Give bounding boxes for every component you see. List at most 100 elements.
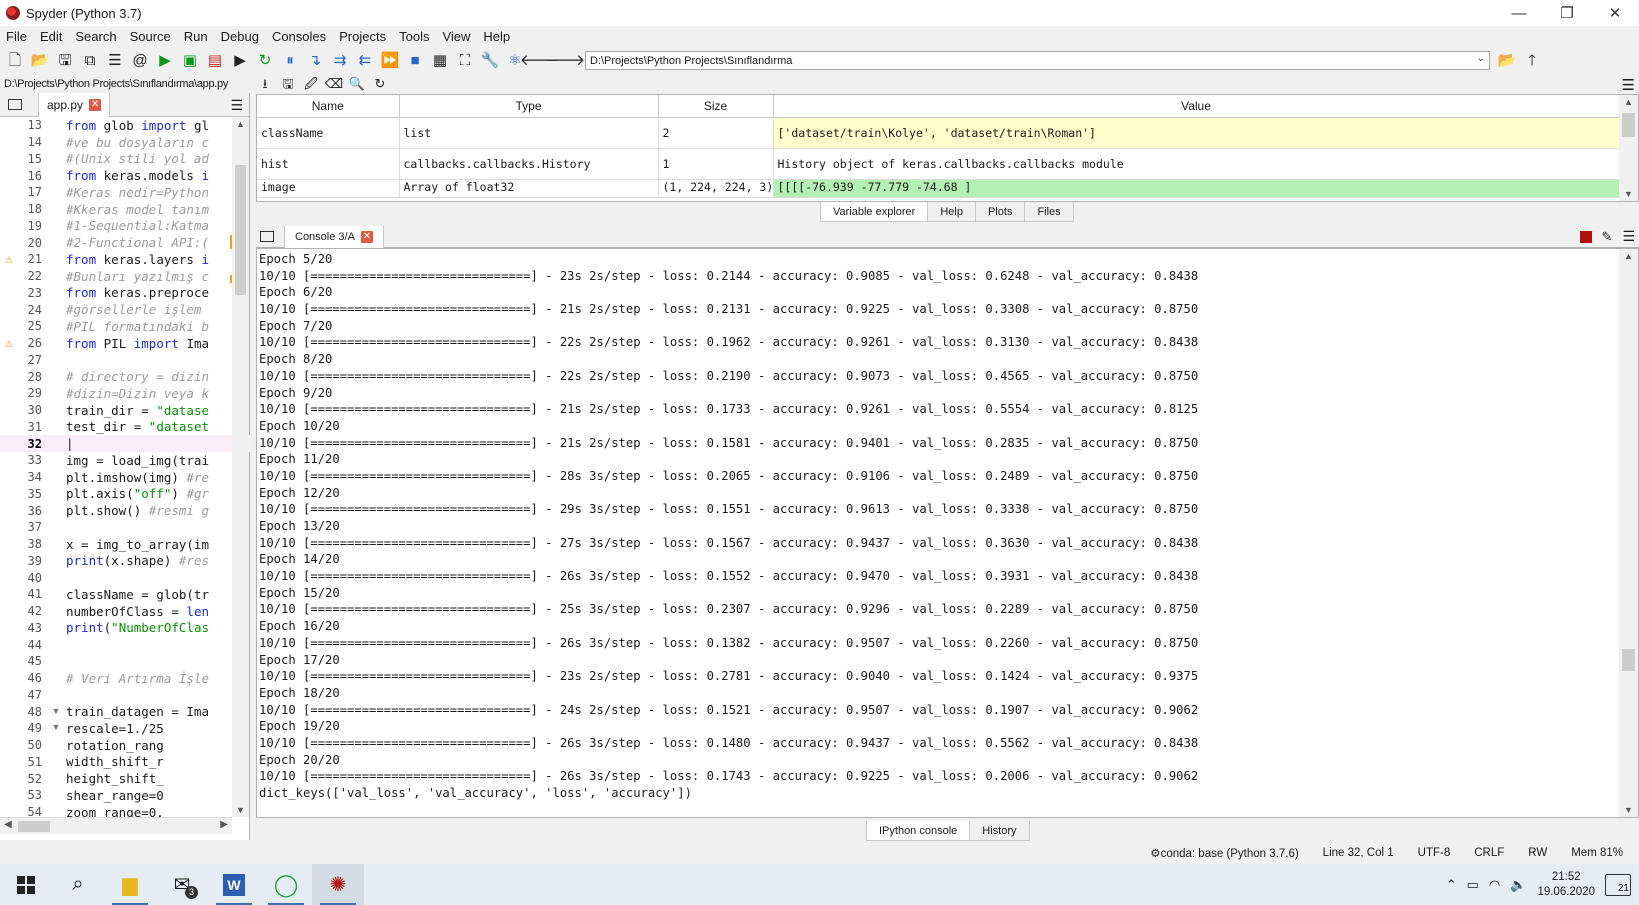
code-line[interactable]: 47 xyxy=(0,687,250,704)
step-icon[interactable]: ↴ xyxy=(304,50,326,72)
scroll-thumb[interactable] xyxy=(235,165,246,295)
browse-folder-icon[interactable]: 📂 xyxy=(1496,50,1518,72)
code-line[interactable]: 40 xyxy=(0,569,250,586)
save-data-as-icon[interactable]: 🖉 xyxy=(301,75,321,93)
code-line[interactable]: 33 img = load_img(trai xyxy=(0,452,250,469)
console-vertical-scrollbar[interactable]: ▲ ▼ xyxy=(1619,249,1638,817)
scroll-up-icon[interactable]: ▲ xyxy=(232,119,249,129)
menu-run[interactable]: Run xyxy=(184,29,208,44)
code-line[interactable]: 39 print(x.shape) #res xyxy=(0,553,250,570)
menu-file[interactable]: File xyxy=(6,29,27,44)
forward-arrow-icon[interactable]: 🡒 xyxy=(545,50,585,72)
code-line[interactable]: 17 #Keras nedir=Python xyxy=(0,184,250,201)
tab-ipython-console[interactable]: IPython console xyxy=(866,821,971,841)
stop-debug-icon[interactable]: ■ xyxy=(404,50,426,72)
run-cell-advance-icon[interactable]: ▤ xyxy=(204,50,226,72)
volume-icon[interactable]: 🔈 xyxy=(1510,877,1526,893)
scroll-thumb[interactable] xyxy=(1622,113,1635,137)
code-line[interactable]: 24 #görsellerle işlem xyxy=(0,301,250,318)
code-line[interactable]: 28 # directory = dizin xyxy=(0,368,250,385)
variable-row[interactable]: image Array of float32 (1, 224, 224, 3)[[[… xyxy=(257,179,1620,198)
code-line[interactable]: 35 plt.axis("off") #gr xyxy=(0,486,250,503)
refresh-icon[interactable]: ↻ xyxy=(370,75,390,93)
column-header-name[interactable]: Name xyxy=(257,95,400,118)
code-line[interactable]: 43 print("NumberOfClas xyxy=(0,620,250,637)
code-line[interactable]: 38 x = img_to_array(im xyxy=(0,536,250,553)
code-line[interactable]: 15 #(Unix stili yol ad xyxy=(0,151,250,168)
stop-kernel-icon[interactable] xyxy=(1579,230,1592,243)
save-icon[interactable]: 🖫 xyxy=(54,50,76,72)
variable-vertical-scrollbar[interactable]: ▲ ▼ xyxy=(1619,95,1638,201)
chevron-up-icon[interactable]: ⌃ xyxy=(1446,877,1457,893)
tab-variable-explorer[interactable]: Variable explorer xyxy=(820,202,929,222)
close-tab-icon[interactable]: ✕ xyxy=(89,98,102,111)
code-line[interactable]: 49 ▼ rescale=1./25 xyxy=(0,720,250,737)
code-line[interactable]: 19 #1-Sequential:Katma xyxy=(0,218,250,235)
taskbar-mail[interactable]: ✉ 3 xyxy=(156,864,208,905)
debug-icon[interactable]: ⏸ xyxy=(279,50,301,72)
code-line[interactable]: 27 xyxy=(0,352,250,369)
scroll-thumb[interactable] xyxy=(1622,649,1635,671)
console-options-icon[interactable]: ☰ xyxy=(1622,228,1635,245)
column-header-value[interactable]: Value xyxy=(773,95,1620,118)
menu-tools[interactable]: Tools xyxy=(399,29,429,44)
taskbar-search-button[interactable]: ⌕ xyxy=(52,864,104,905)
hamburger-menu-icon[interactable]: ☰ xyxy=(1622,76,1635,94)
column-header-type[interactable]: Type xyxy=(399,95,659,118)
column-header-size[interactable]: Size xyxy=(658,95,774,118)
code-line[interactable]: 16 from keras.models i xyxy=(0,167,250,184)
chevron-down-icon[interactable]: ⌄ xyxy=(1477,53,1485,64)
menu-consoles[interactable]: Consoles xyxy=(272,29,326,44)
preferences-icon[interactable]: 🔧 xyxy=(479,50,501,72)
menu-search[interactable]: Search xyxy=(75,29,116,44)
search-icon[interactable]: 🔍 xyxy=(347,75,367,93)
menu-edit[interactable]: Edit xyxy=(40,29,62,44)
close-button[interactable]: ✕ xyxy=(1591,0,1639,26)
code-line[interactable]: 32 | xyxy=(0,435,250,452)
list-icon[interactable]: ☰ xyxy=(104,50,126,72)
import-data-icon[interactable]: ⭳ xyxy=(255,75,275,93)
scroll-left-icon[interactable]: ◀ xyxy=(4,819,12,830)
code-line[interactable]: 41 className = glob(tr xyxy=(0,586,250,603)
taskbar-spyder[interactable]: ✺ xyxy=(312,864,364,905)
scroll-right-icon[interactable]: ▶ xyxy=(220,819,228,830)
code-line[interactable]: ⚠ 26 from PIL import Ima xyxy=(0,335,250,352)
code-line[interactable]: 54 zoom_range=0. xyxy=(0,804,250,817)
ipython-console[interactable]: Epoch 5/20 10/10 [=======================… xyxy=(256,248,1639,818)
start-button[interactable] xyxy=(0,864,52,905)
console-tab[interactable]: Console 3/A ✕ xyxy=(284,225,384,248)
menu-help[interactable]: Help xyxy=(483,29,510,44)
run-cell-icon[interactable]: ▣ xyxy=(179,50,201,72)
fullscreen-icon[interactable]: ⛶ xyxy=(454,50,476,72)
maximize-pane-icon[interactable]: ▦ xyxy=(429,50,451,72)
code-line[interactable]: 45 xyxy=(0,653,250,670)
scroll-down-icon[interactable]: ▼ xyxy=(1619,805,1638,815)
code-line[interactable]: 48 ▼ train_datagen = Ima xyxy=(0,703,250,720)
tab-help[interactable]: Help xyxy=(927,202,976,222)
code-line[interactable]: 18 #Kkeras model tanım xyxy=(0,201,250,218)
continue-icon[interactable]: ⏩ xyxy=(379,50,401,72)
scroll-down-icon[interactable]: ▼ xyxy=(1619,189,1638,199)
clock[interactable]: 21:52 19.06.2020 xyxy=(1537,870,1595,900)
step-return-icon[interactable]: ⇇ xyxy=(354,50,376,72)
code-line[interactable]: 20 #2-Functional API:( xyxy=(0,234,250,251)
restore-button[interactable]: ❐ xyxy=(1543,0,1591,26)
fold-toggle-icon[interactable]: ▼ xyxy=(46,707,66,717)
code-line[interactable]: 30 train_dir = "datase xyxy=(0,402,250,419)
menu-debug[interactable]: Debug xyxy=(221,29,259,44)
menu-projects[interactable]: Projects xyxy=(339,29,386,44)
code-line[interactable]: 44 xyxy=(0,636,250,653)
code-line[interactable]: 13 from glob import gl xyxy=(0,117,250,134)
scroll-up-icon[interactable]: ▲ xyxy=(1619,251,1638,261)
menu-view[interactable]: View xyxy=(442,29,470,44)
pane-window-icon[interactable] xyxy=(260,231,274,242)
code-line[interactable]: 52 height_shift_ xyxy=(0,770,250,787)
step-into-icon[interactable]: ⇉ xyxy=(329,50,351,72)
notification-center-button[interactable]: 21 xyxy=(1605,873,1631,896)
working-directory-input[interactable]: D:\Projects\Python Projects\Sınıflandırm… xyxy=(585,51,1490,70)
fold-toggle-icon[interactable]: ▼ xyxy=(46,723,66,733)
taskbar-word[interactable]: W xyxy=(208,864,260,905)
taskbar-file-explorer[interactable]: ▆ xyxy=(104,864,156,905)
code-line[interactable]: 51 width_shift_r xyxy=(0,754,250,771)
variable-row[interactable]: className list 2 ['dataset/train\Kolye', 'd… xyxy=(257,117,1620,149)
